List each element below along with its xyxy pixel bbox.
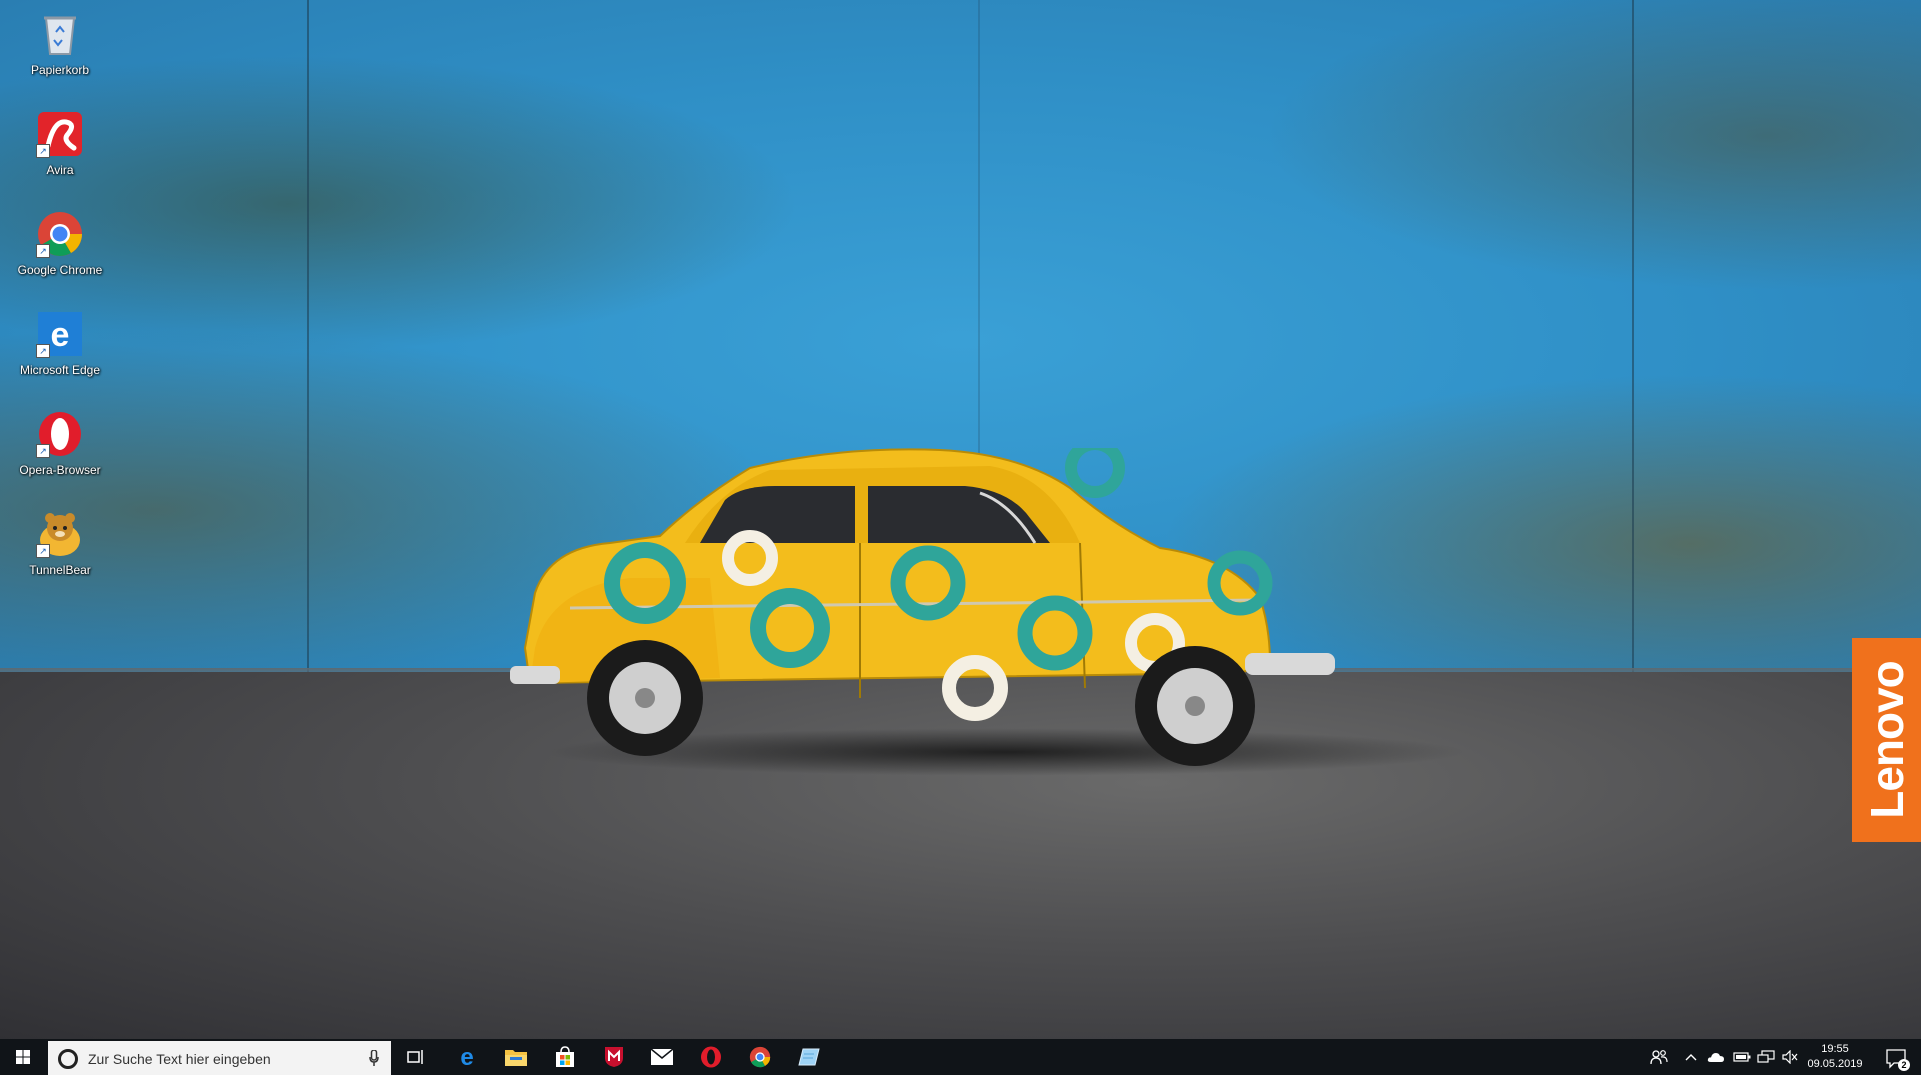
desktop-icon-chrome[interactable]: ↗ Google Chrome [10, 204, 110, 300]
windows-logo-icon [16, 1050, 30, 1064]
people-button[interactable] [1644, 1039, 1674, 1075]
desktop-icon-opera[interactable]: ↗ Opera-Browser [10, 404, 110, 500]
file-explorer-icon [505, 1050, 527, 1066]
desktop-icon-tunnelbear[interactable]: ↗ TunnelBear [10, 504, 110, 600]
taskbar-clock[interactable]: 19:55 09.05.2019 [1805, 1042, 1865, 1072]
desktop-icon-label: TunnelBear [29, 563, 91, 577]
network-icon [1757, 1050, 1775, 1063]
edge-icon: e ↗ [34, 308, 86, 360]
wall-seam [1632, 0, 1634, 680]
taskbar-opera-button[interactable] [687, 1039, 735, 1075]
network-tray-button[interactable] [1754, 1039, 1778, 1075]
desktop-icon-label: Avira [46, 163, 74, 177]
notification-count-badge: 2 [1898, 1059, 1910, 1071]
lenovo-logo-text: Lenovo [1860, 661, 1913, 819]
desktop-icon-label: Papierkorb [30, 63, 90, 77]
task-view-icon [407, 1050, 423, 1064]
battery-icon [1733, 1052, 1751, 1062]
volume-muted-icon [1782, 1050, 1798, 1064]
desktop-icon-label: Opera-Browser [19, 463, 101, 477]
desktop-icon-label: Google Chrome [17, 263, 103, 277]
mail-icon [650, 1048, 674, 1065]
task-view-button[interactable] [392, 1039, 440, 1075]
opera-icon: ↗ [34, 408, 86, 460]
start-button[interactable] [0, 1039, 47, 1075]
action-center-button[interactable]: 2 [1876, 1039, 1916, 1075]
lenovo-brand-tab: Lenovo [1852, 638, 1921, 842]
taskbar-file-explorer-button[interactable] [492, 1039, 540, 1075]
desktop-icon-edge[interactable]: e ↗ Microsoft Edge [10, 304, 110, 400]
chevron-up-icon [1685, 1054, 1697, 1061]
yellow-car [510, 448, 1335, 766]
chrome-icon: ↗ [34, 208, 86, 260]
chrome-icon [749, 1046, 771, 1068]
shortcut-arrow-icon: ↗ [36, 244, 50, 258]
opera-icon [701, 1046, 721, 1068]
taskbar-notepad-button[interactable] [785, 1039, 833, 1075]
shortcut-arrow-icon: ↗ [36, 444, 50, 458]
svg-text:e: e [460, 1045, 473, 1069]
search-box[interactable]: Zur Suche Text hier eingeben [48, 1041, 391, 1075]
desktop-wallpaper [0, 0, 1921, 1039]
microphone-icon[interactable] [369, 1050, 379, 1066]
onedrive-icon [1707, 1052, 1724, 1062]
clock-date: 09.05.2019 [1807, 1058, 1863, 1070]
search-placeholder: Zur Suche Text hier eingeben [88, 1051, 271, 1067]
cortana-icon [58, 1049, 78, 1069]
battery-tray-button[interactable] [1730, 1039, 1754, 1075]
show-hidden-icons-button[interactable] [1680, 1039, 1702, 1075]
onedrive-tray-button[interactable] [1704, 1039, 1728, 1075]
taskbar-mail-button[interactable] [638, 1039, 686, 1075]
notepad-icon [798, 1048, 820, 1066]
mcafee-icon [605, 1047, 623, 1067]
store-icon [556, 1046, 574, 1067]
desktop-icon-avira[interactable]: ↗ Avira [10, 104, 110, 200]
shortcut-arrow-icon: ↗ [36, 344, 50, 358]
clock-time: 19:55 [1821, 1043, 1849, 1055]
volume-tray-button[interactable] [1778, 1039, 1802, 1075]
taskbar-edge-button[interactable]: e [443, 1039, 491, 1075]
taskbar-store-button[interactable] [541, 1039, 589, 1075]
recycle-bin-icon [34, 8, 86, 60]
avira-icon: ↗ [34, 108, 86, 160]
taskbar: Zur Suche Text hier eingeben e 19:55 09.… [0, 1039, 1921, 1075]
edge-icon: e [460, 1045, 473, 1069]
taskbar-chrome-button[interactable] [736, 1039, 784, 1075]
tunnelbear-icon: ↗ [34, 508, 86, 560]
shortcut-arrow-icon: ↗ [36, 544, 50, 558]
shortcut-arrow-icon: ↗ [36, 144, 50, 158]
svg-text:e: e [51, 316, 70, 354]
people-icon [1650, 1050, 1668, 1065]
wall-seam [307, 0, 309, 680]
desktop-icon-label: Microsoft Edge [19, 363, 101, 377]
taskbar-mcafee-button[interactable] [590, 1039, 638, 1075]
notification-icon [1886, 1049, 1906, 1069]
desktop-icon-papierkorb[interactable]: Papierkorb [10, 4, 110, 100]
